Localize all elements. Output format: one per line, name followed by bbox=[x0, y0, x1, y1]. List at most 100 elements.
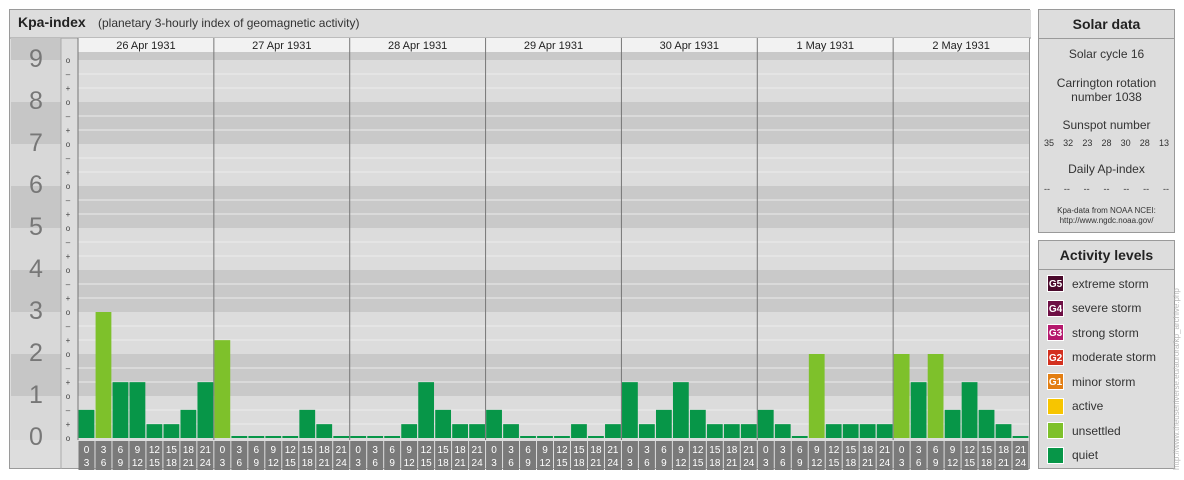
kp-bar bbox=[299, 409, 316, 438]
kp-bar bbox=[503, 424, 519, 438]
interval-start-label: 18 bbox=[319, 445, 331, 456]
interval-start-label: 9 bbox=[950, 445, 956, 456]
interval-end-label: 15 bbox=[556, 458, 568, 469]
kp-bar bbox=[876, 424, 893, 438]
solar-cycle: Solar cycle 16 bbox=[1068, 47, 1145, 61]
kp-bar bbox=[435, 409, 452, 438]
kp-bar bbox=[316, 424, 333, 438]
activity-level-swatch: G1 bbox=[1047, 373, 1064, 390]
interval-end-label: 24 bbox=[336, 458, 348, 469]
interval-end-label: 3 bbox=[355, 458, 361, 469]
interval-end-label: 6 bbox=[237, 458, 243, 469]
activity-level-swatch: G4 bbox=[1047, 299, 1064, 317]
kp-bar bbox=[367, 436, 384, 438]
kp-bar bbox=[706, 424, 723, 438]
y-minor-tick: o bbox=[66, 308, 71, 317]
activity-level-label: extreme storm bbox=[1072, 276, 1149, 291]
interval-end-label: 3 bbox=[899, 458, 905, 469]
interval-start-label: 18 bbox=[998, 445, 1010, 456]
interval-end-label: 18 bbox=[845, 458, 857, 469]
kp-band bbox=[78, 270, 1029, 312]
sunspot-value: 23 bbox=[1082, 138, 1093, 148]
interval-start-label: 18 bbox=[590, 445, 602, 456]
interval-end-label: 15 bbox=[828, 458, 840, 469]
kp-bar bbox=[418, 382, 435, 438]
y-tick-label: 4 bbox=[29, 255, 43, 283]
day-label: 28 Apr 1931 bbox=[388, 40, 447, 52]
kp-bar bbox=[520, 436, 536, 438]
sunspot-value: 28 bbox=[1139, 138, 1150, 148]
kp-bar bbox=[757, 409, 774, 438]
kp-bar bbox=[78, 409, 95, 438]
interval-start-label: 0 bbox=[899, 445, 905, 456]
interval-start-label: 9 bbox=[542, 445, 548, 456]
interval-end-label: 15 bbox=[285, 458, 297, 469]
day-label: 1 May 1931 bbox=[796, 40, 853, 52]
interval-start-label: 15 bbox=[302, 445, 314, 456]
interval-start-label: 6 bbox=[254, 445, 260, 456]
vertical-credit-link[interactable]: http://www.theuseniverse.eu/aurora/kp_ar… bbox=[1172, 288, 1181, 470]
interval-start-label: 3 bbox=[644, 445, 650, 456]
y-minor-tick: + bbox=[66, 294, 71, 303]
y-minor-tick: + bbox=[66, 126, 71, 135]
activity-level-minor-storm: G1 minor storm bbox=[1047, 373, 1135, 390]
data-credit-link[interactable]: http://www.ngdc.noaa.gov/ bbox=[1039, 216, 1174, 226]
interval-start-label: 12 bbox=[421, 445, 433, 456]
solar-data-title: Solar data bbox=[1039, 10, 1174, 39]
interval-end-label: 9 bbox=[254, 458, 260, 469]
kp-bar bbox=[689, 409, 706, 438]
ap-value: -- bbox=[1123, 184, 1130, 194]
interval-start-label: 6 bbox=[389, 445, 395, 456]
y-minor-tick: o bbox=[66, 140, 71, 149]
kp-band bbox=[78, 186, 1029, 228]
kp-bar bbox=[740, 424, 757, 438]
interval-start-label: 3 bbox=[237, 445, 243, 456]
data-credit-line-1: Kpa-data from NOAA NCEI: bbox=[1057, 206, 1156, 215]
sunspot-value: 35 bbox=[1044, 138, 1055, 148]
interval-end-label: 3 bbox=[220, 458, 226, 469]
ap-value: -- bbox=[1044, 184, 1050, 194]
activity-level-label: strong storm bbox=[1072, 325, 1139, 340]
day-label: 29 Apr 1931 bbox=[524, 40, 583, 52]
interval-end-label: 18 bbox=[573, 458, 585, 469]
interval-start-label: 6 bbox=[933, 445, 939, 456]
interval-end-label: 15 bbox=[692, 458, 704, 469]
interval-start-label: 21 bbox=[879, 445, 891, 456]
interval-start-label: 6 bbox=[525, 445, 531, 456]
interval-start-label: 15 bbox=[981, 445, 993, 456]
day-label: 26 Apr 1931 bbox=[116, 40, 175, 52]
interval-end-label: 18 bbox=[166, 458, 178, 469]
kp-bar bbox=[859, 424, 876, 438]
interval-end-label: 24 bbox=[879, 458, 891, 469]
y-minor-tick: o bbox=[66, 182, 71, 191]
kp-bar bbox=[791, 436, 808, 438]
activity-level-severe-storm: G4 severe storm bbox=[1047, 299, 1141, 317]
kp-bar bbox=[333, 436, 350, 438]
activity-level-quiet: quiet bbox=[1047, 446, 1098, 464]
kp-bar bbox=[112, 382, 129, 438]
y-tick-label: 2 bbox=[29, 339, 43, 367]
activity-level-unsettled: unsettled bbox=[1047, 422, 1121, 439]
interval-end-label: 21 bbox=[183, 458, 195, 469]
y-minor-tick: o bbox=[66, 350, 71, 359]
interval-end-label: 6 bbox=[101, 458, 107, 469]
y-minor-tick: – bbox=[66, 112, 71, 121]
interval-end-label: 9 bbox=[525, 458, 531, 469]
interval-end-label: 15 bbox=[421, 458, 433, 469]
y-minor-tick: + bbox=[66, 84, 71, 93]
kp-bar bbox=[588, 436, 604, 438]
kpa-chart: 0123456789o+–o+–o+–o+–o+–o+–o+–o+–o+–o26… bbox=[10, 10, 1031, 470]
interval-start-label: 9 bbox=[814, 445, 820, 456]
interval-start-label: 0 bbox=[491, 445, 497, 456]
interval-start-label: 12 bbox=[828, 445, 840, 456]
kp-bar bbox=[808, 354, 825, 438]
ap-value: -- bbox=[1162, 184, 1169, 194]
kp-bar bbox=[248, 436, 265, 438]
activity-level-swatch bbox=[1047, 422, 1064, 439]
interval-end-label: 21 bbox=[319, 458, 331, 469]
day-label: 30 Apr 1931 bbox=[660, 40, 719, 52]
interval-end-label: 9 bbox=[389, 458, 395, 469]
activity-level-label: unsettled bbox=[1072, 423, 1121, 438]
interval-end-label: 3 bbox=[491, 458, 497, 469]
y-tick-label: 1 bbox=[29, 381, 43, 409]
